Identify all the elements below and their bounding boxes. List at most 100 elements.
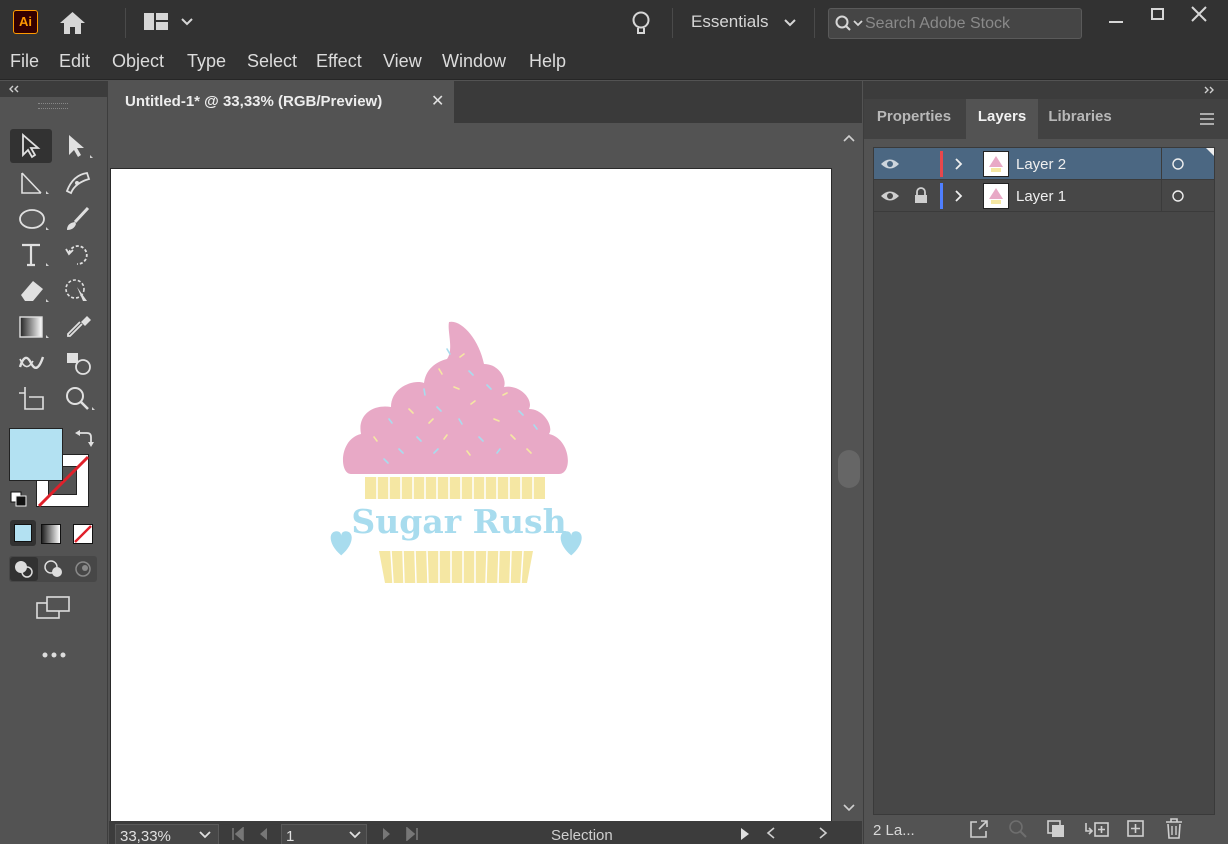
- paintbrush-tool[interactable]: [56, 201, 98, 235]
- maximize-icon[interactable]: [1149, 6, 1167, 22]
- current-tool-status[interactable]: Selection: [551, 827, 613, 844]
- blend-tool[interactable]: [10, 345, 52, 379]
- menu-type[interactable]: Type: [187, 51, 226, 72]
- workspace-label: Essentials: [691, 12, 769, 31]
- menu-view[interactable]: View: [383, 51, 422, 72]
- screen-mode-icon[interactable]: [36, 595, 72, 621]
- last-artboard-icon[interactable]: [405, 827, 419, 841]
- home-icon[interactable]: [58, 10, 87, 36]
- scroll-right-icon[interactable]: [817, 826, 829, 840]
- eraser-tool[interactable]: [10, 273, 52, 307]
- eyedropper-tool[interactable]: [56, 309, 98, 343]
- menu-select[interactable]: Select: [247, 51, 297, 72]
- close-tab-icon[interactable]: ✕: [431, 91, 444, 111]
- more-tools-icon[interactable]: [42, 651, 66, 659]
- warp-icon: [65, 279, 87, 301]
- color-mode-button[interactable]: [10, 520, 36, 546]
- scrollbar-thumb[interactable]: [838, 450, 860, 488]
- scroll-down-icon[interactable]: [842, 803, 856, 813]
- create-new-layer-icon[interactable]: [1126, 819, 1146, 839]
- first-artboard-icon[interactable]: [231, 827, 245, 841]
- tab-libraries[interactable]: Libraries: [1038, 99, 1122, 139]
- chevron-down-icon[interactable]: [198, 830, 212, 840]
- fill-swatch[interactable]: [9, 428, 63, 481]
- lightbulb-icon[interactable]: [630, 10, 652, 36]
- search-icon: [835, 15, 863, 31]
- artboard-number-field[interactable]: 1: [281, 824, 367, 844]
- zoom-tool[interactable]: [56, 381, 98, 415]
- visibility-eye-icon[interactable]: [880, 189, 900, 203]
- shape-builder-tool[interactable]: [56, 345, 98, 379]
- app-logo: Ai: [13, 10, 38, 34]
- make-clipping-mask-icon[interactable]: [1046, 819, 1066, 839]
- layer-name[interactable]: Layer 1: [1016, 188, 1066, 205]
- search-input[interactable]: [865, 14, 1075, 34]
- visibility-eye-icon[interactable]: [880, 157, 900, 171]
- cupcake-artwork[interactable]: Sugar Rush: [329, 319, 589, 589]
- rotate-tool[interactable]: [56, 237, 98, 271]
- divider: [672, 8, 673, 38]
- layer-count: 2 La...: [873, 822, 915, 839]
- selection-tool[interactable]: [10, 129, 52, 163]
- stock-search[interactable]: [828, 8, 1082, 39]
- ellipse-tool[interactable]: [10, 201, 52, 235]
- puppet-warp-tool[interactable]: [56, 273, 98, 307]
- title-bar: Ai Essentials: [0, 0, 1228, 46]
- chevron-down-icon[interactable]: [348, 830, 362, 840]
- target-circle-icon[interactable]: [1171, 189, 1185, 203]
- target-circle-icon[interactable]: [1171, 157, 1185, 171]
- locate-object-icon[interactable]: [1008, 819, 1028, 839]
- frosting-shape: [342, 321, 568, 474]
- pen-tool[interactable]: [56, 165, 98, 199]
- draw-inside-icon[interactable]: [69, 557, 97, 581]
- default-colors-icon[interactable]: [10, 491, 28, 507]
- swap-fill-stroke-icon[interactable]: [73, 429, 95, 449]
- panel-menu-icon[interactable]: [1199, 112, 1215, 126]
- layer-row-layer-1[interactable]: Layer 1: [874, 180, 1214, 212]
- document-tab[interactable]: Untitled-1* @ 33,33% (RGB/Preview) ✕: [109, 81, 454, 123]
- menu-object[interactable]: Object: [112, 51, 164, 72]
- trash-icon[interactable]: [1164, 818, 1184, 839]
- lock-icon[interactable]: [914, 187, 928, 204]
- layer-name[interactable]: Layer 2: [1016, 156, 1066, 173]
- collapse-panels-icon[interactable]: [1203, 85, 1215, 95]
- expand-chevron-icon[interactable]: [954, 189, 964, 203]
- gradient-tool[interactable]: [10, 309, 52, 343]
- create-sublayer-icon[interactable]: [1084, 819, 1110, 839]
- draw-normal-button[interactable]: [10, 557, 38, 581]
- layer-row-layer-2[interactable]: Layer 2: [874, 148, 1214, 180]
- expand-chevron-icon[interactable]: [954, 157, 964, 171]
- menu-file[interactable]: File: [10, 51, 39, 72]
- tab-properties[interactable]: Properties: [864, 99, 964, 139]
- layers-panel: Properties Layers Libraries Layer 2 Laye…: [863, 99, 1228, 844]
- scroll-left-icon[interactable]: [765, 826, 777, 840]
- workspace-switcher[interactable]: Essentials: [691, 12, 797, 32]
- menu-help[interactable]: Help: [529, 51, 566, 72]
- menu-edit[interactable]: Edit: [59, 51, 90, 72]
- type-tool[interactable]: [10, 237, 52, 271]
- menu-window[interactable]: Window: [442, 51, 506, 72]
- layer-divider: [1161, 180, 1162, 212]
- scroll-up-icon[interactable]: [842, 133, 856, 143]
- direct-selection-tool[interactable]: [56, 129, 98, 163]
- tab-layers[interactable]: Layers: [966, 99, 1038, 139]
- zoom-field[interactable]: 33,33%: [115, 824, 219, 844]
- previous-artboard-icon[interactable]: [257, 827, 269, 841]
- close-icon[interactable]: [1189, 5, 1209, 23]
- status-menu-icon[interactable]: [739, 827, 751, 841]
- artboard[interactable]: Sugar Rush: [110, 168, 832, 822]
- collapse-toolbar-icon[interactable]: [8, 84, 20, 94]
- toolbar-grip[interactable]: [38, 103, 68, 109]
- artboard-tool[interactable]: [10, 381, 52, 415]
- line-tool[interactable]: [10, 165, 52, 199]
- export-icon[interactable]: [969, 819, 989, 839]
- menu-effect[interactable]: Effect: [316, 51, 362, 72]
- draw-behind-icon[interactable]: [40, 557, 68, 581]
- paintbrush-icon: [67, 206, 90, 230]
- document-tab-title: Untitled-1* @ 33,33% (RGB/Preview): [125, 93, 383, 110]
- none-mode-button[interactable]: [73, 524, 93, 544]
- next-artboard-icon[interactable]: [381, 827, 393, 841]
- minimize-icon[interactable]: [1106, 12, 1126, 28]
- arrange-documents-icon[interactable]: [143, 12, 195, 32]
- gradient-mode-button[interactable]: [41, 524, 61, 544]
